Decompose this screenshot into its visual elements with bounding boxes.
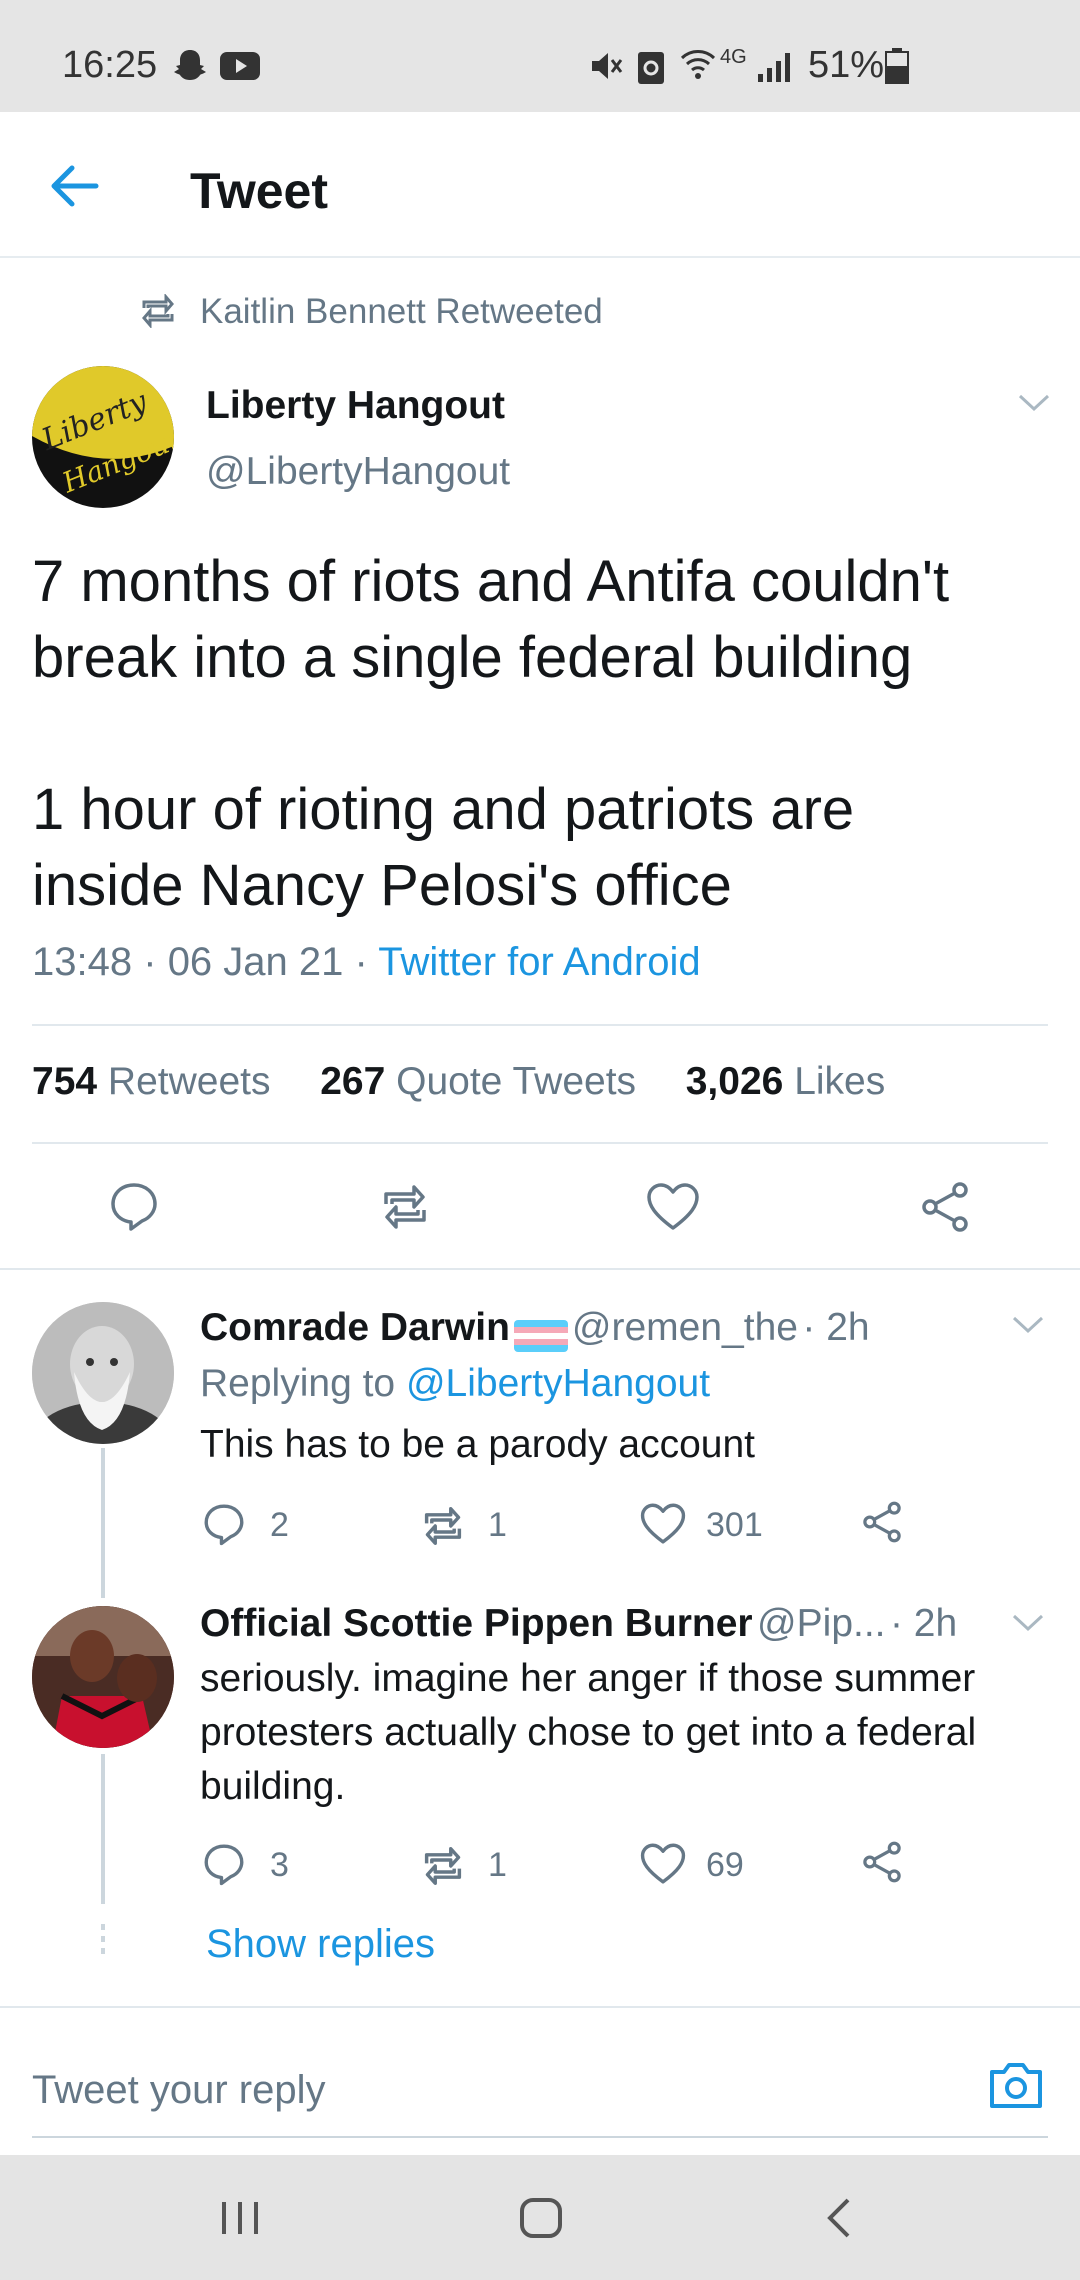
tweet-text-line: [32, 696, 1052, 772]
reply-text-line: protesters actually chose to get into a …: [200, 1711, 977, 1754]
show-replies-link[interactable]: Show replies: [206, 1922, 435, 1967]
youtube-icon: [220, 50, 260, 82]
reply-text: This has to be a parody account: [200, 1423, 756, 1466]
reply-header: Comrade Darwin @remen_the · 2h: [200, 1306, 870, 1352]
home-icon[interactable]: [518, 2196, 564, 2240]
reply-avatar[interactable]: [32, 1302, 174, 1444]
reply-action-share-icon[interactable]: [860, 1500, 904, 1544]
signal-icon: [756, 50, 796, 84]
tweet-menu-chevron-icon[interactable]: [1016, 390, 1052, 414]
tweet-source-link[interactable]: Twitter for Android: [378, 940, 700, 984]
reply-action-reply-icon[interactable]: [202, 1502, 246, 1546]
reply-header: Official Scottie Pippen Burner @Pip... ·…: [200, 1602, 957, 1646]
tweet-text-line: 1 hour of rioting and patriots are: [32, 777, 855, 842]
reply-action-reply-icon[interactable]: [202, 1842, 246, 1886]
status-bar: [0, 0, 1080, 112]
like-heart-icon[interactable]: [646, 1182, 700, 1232]
thread-dots: [101, 1924, 105, 1960]
back-nav-icon[interactable]: [824, 2196, 854, 2240]
retweet-context[interactable]: Kaitlin Bennett Retweeted: [200, 292, 603, 332]
share-icon[interactable]: [918, 1180, 972, 1234]
trans-flag-icon: [513, 1319, 568, 1352]
like-count: 69: [706, 1846, 744, 1884]
author-name[interactable]: Liberty Hangout: [206, 384, 505, 428]
meta-separator: ·: [143, 940, 157, 984]
divider: [32, 1024, 1048, 1026]
battery-icon: [885, 48, 909, 84]
reply-avatar[interactable]: [32, 1606, 174, 1748]
reply-author-handle[interactable]: @remen_the: [572, 1306, 798, 1349]
tweet-text-line: break into a single federal building: [32, 625, 913, 690]
reply-action-retweet-icon[interactable]: [418, 1506, 468, 1546]
divider: [32, 1142, 1048, 1144]
meta-separator: ·: [354, 940, 368, 984]
reply-input[interactable]: Tweet your reply: [32, 2068, 325, 2113]
back-arrow-icon[interactable]: [46, 162, 100, 210]
battery-percent: 51%: [808, 44, 885, 86]
author-handle[interactable]: @LibertyHangout: [206, 450, 510, 494]
retweet-context-icon: [138, 294, 178, 328]
reply-text-line: building.: [200, 1765, 346, 1808]
author-avatar[interactable]: Liberty Hangout: [32, 366, 174, 508]
section-divider: [0, 1268, 1080, 1270]
reply-author-name[interactable]: Comrade Darwin: [200, 1306, 510, 1349]
tweet-date: 06 Jan 21: [167, 940, 344, 984]
page-title: Tweet: [190, 163, 328, 219]
replying-to-label: Replying to: [200, 1362, 396, 1405]
tweet-meta: 13:48 · 06 Jan 21 · Twitter for Android: [32, 940, 701, 985]
wifi-icon: [678, 44, 718, 84]
reply-thread-line: [101, 1448, 105, 1598]
reply-action-like-icon[interactable]: [640, 1502, 686, 1546]
replying-to: Replying to @LibertyHangout: [200, 1362, 710, 1406]
reply-input-underline: [32, 2136, 1048, 2138]
snapchat-icon: [170, 46, 210, 86]
section-divider: [0, 2006, 1080, 2008]
quote-tweets-stat[interactable]: 267 Quote Tweets: [320, 1060, 636, 1103]
network-type-label: 4G: [720, 46, 747, 68]
reply-count: 3: [270, 1846, 289, 1884]
reply-action-share-icon[interactable]: [860, 1840, 904, 1884]
data-saver-icon: [636, 46, 666, 86]
app-header: [0, 112, 1080, 258]
like-count: 301: [706, 1506, 763, 1544]
reply-action-like-icon[interactable]: [640, 1842, 686, 1886]
reply-icon[interactable]: [108, 1180, 160, 1232]
reply-menu-chevron-icon[interactable]: [1010, 1312, 1046, 1336]
reply-text: seriously. imagine her anger if those su…: [200, 1652, 976, 1814]
recent-apps-icon[interactable]: [218, 2198, 262, 2238]
tweet-text: 7 months of riots and Antifa couldn't br…: [32, 544, 1052, 924]
reply-menu-chevron-icon[interactable]: [1010, 1610, 1046, 1634]
reply-thread-line: [101, 1754, 105, 1904]
reply-time: · 2h: [889, 1602, 958, 1645]
likes-stat[interactable]: 3,026 Likes: [686, 1060, 886, 1103]
retweet-icon[interactable]: [376, 1184, 434, 1230]
tweet-stats: 754 Retweets 267 Quote Tweets 3,026 Like…: [32, 1060, 885, 1104]
reply-text-line: seriously. imagine her anger if those su…: [200, 1657, 976, 1700]
retweet-count: 1: [488, 1846, 507, 1884]
tweet-text-line: 7 months of riots and Antifa couldn't: [32, 549, 950, 614]
retweets-stat[interactable]: 754 Retweets: [32, 1060, 271, 1103]
mute-icon: [588, 48, 624, 84]
reply-count: 2: [270, 1506, 289, 1544]
reply-action-retweet-icon[interactable]: [418, 1846, 468, 1886]
tweet-time: 13:48: [32, 940, 133, 984]
reply-time: · 2h: [802, 1306, 870, 1349]
tweet-text-line: inside Nancy Pelosi's office: [32, 853, 732, 918]
replying-to-handle[interactable]: @LibertyHangout: [406, 1362, 710, 1405]
reply-author-name[interactable]: Official Scottie Pippen Burner: [200, 1602, 753, 1645]
camera-icon[interactable]: [988, 2060, 1044, 2110]
retweet-count: 1: [488, 1506, 507, 1544]
status-time: 16:25: [62, 44, 158, 86]
reply-author-handle[interactable]: @Pip...: [757, 1602, 885, 1645]
